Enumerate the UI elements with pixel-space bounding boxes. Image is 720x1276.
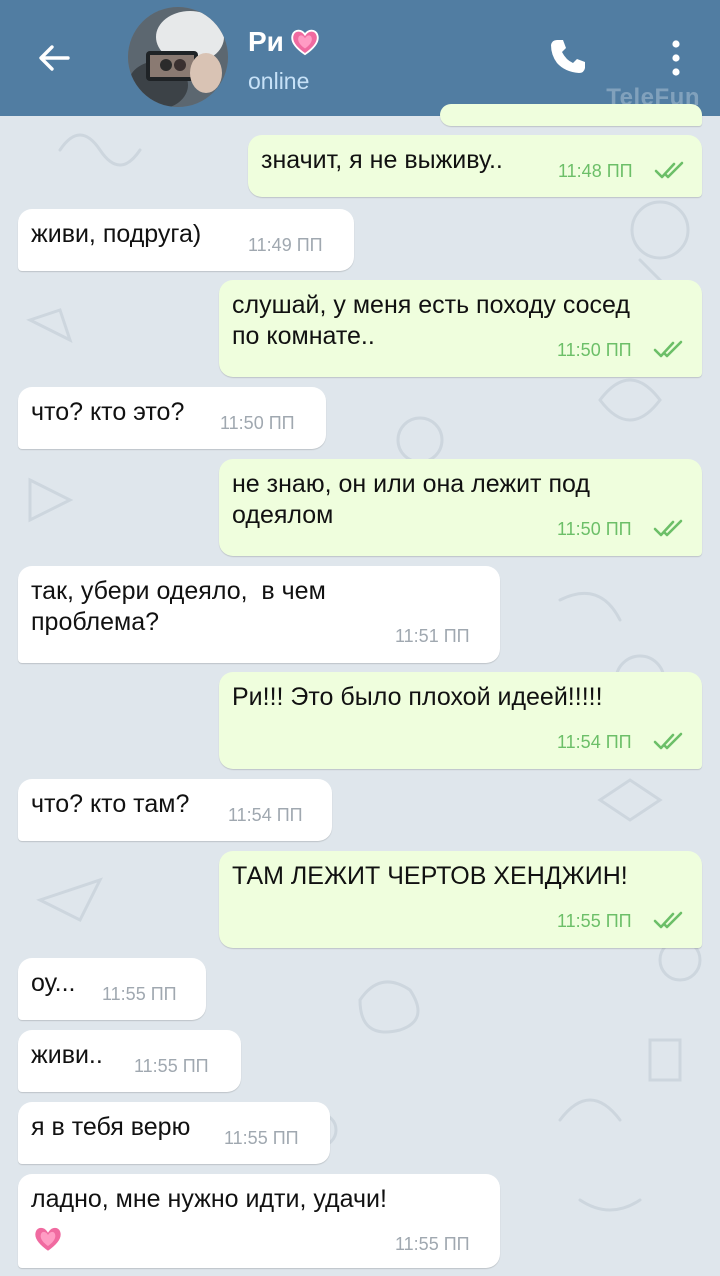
message-bubble-incoming[interactable]: живи.. 11:55 ПП [18,1030,241,1092]
chat-title[interactable]: Ри [248,26,284,58]
message-time: 11:55 ПП [557,911,632,931]
message-time: 11:55 ПП [395,1234,470,1254]
message-bubble-incoming[interactable]: ладно, мне нужно идти, удачи! 11:55 ПП [18,1174,500,1268]
message-text: живи, подруга) [31,220,202,248]
message-text: ТАМ ЛЕЖИТ ЧЕРТОВ ХЕНДЖИН! [232,862,628,890]
message-time: 11:51 ПП [395,626,470,646]
phone-icon[interactable] [548,36,588,76]
double-check-icon [654,161,684,179]
message-time: 11:55 ПП [102,984,177,1004]
message-time: 11:55 ПП [134,1056,209,1076]
message-time: 11:50 ПП [557,340,632,360]
chat-header: Ри online TeleFun [0,0,720,116]
back-arrow-icon[interactable] [34,38,74,78]
message-text: что? кто там? [31,790,190,818]
message-text: не знаю, он или она лежит под одеялом [232,470,590,529]
message-bubble-incoming[interactable]: так, убери одеяло, в чем проблема? 11:51… [18,566,500,663]
message-bubble-outgoing[interactable]: ТАМ ЛЕЖИТ ЧЕРТОВ ХЕНДЖИН! 11:55 ПП [219,851,702,948]
message-bubble-outgoing[interactable]: слушай, у меня есть походу сосед по комн… [219,280,702,377]
message-bubble-incoming[interactable]: живи, подруга) 11:49 ПП [18,209,354,271]
message-time: 11:55 ПП [224,1128,299,1148]
message-text: оу... [31,969,76,997]
message-bubble-outgoing[interactable]: Ри!!! Это было плохой идеей!!!!! 11:54 П… [219,672,702,769]
message-bubble-incoming[interactable]: я в тебя верю 11:55 ПП [18,1102,330,1164]
double-check-icon [653,340,683,358]
heart-emoji-icon [33,1225,63,1254]
message-text: ладно, мне нужно идти, удачи! [31,1185,387,1213]
message-text: что? кто это? [31,398,185,426]
message-bubble-incoming[interactable]: оу... 11:55 ПП [18,958,206,1020]
message-time: 11:54 ПП [557,732,632,752]
message-time: 11:54 ПП [228,805,303,825]
more-menu-icon[interactable] [664,38,688,78]
message-text: я в тебя верю [31,1113,191,1141]
heart-icon [291,29,320,56]
double-check-icon [653,732,683,750]
message-time: 11:49 ПП [248,235,323,255]
message-bubble-outgoing[interactable]: значит, я не выживу.. 11:48 ПП [248,135,702,197]
message-time: 11:50 ПП [220,413,295,433]
online-status: online [248,68,310,94]
message-bubble-partial [440,104,702,126]
message-time: 11:50 ПП [557,519,632,539]
double-check-icon [653,519,683,537]
message-text: живи.. [31,1041,103,1069]
message-bubble-incoming[interactable]: что? кто это? 11:50 ПП [18,387,326,449]
message-time: 11:48 ПП [558,161,633,181]
message-text: Ри!!! Это было плохой идеей!!!!! [232,683,603,711]
double-check-icon [653,911,683,929]
avatar[interactable] [128,7,228,107]
message-text: так, убери одеяло, в чем проблема? [31,577,326,636]
message-text: значит, я не выживу.. [261,146,503,174]
message-bubble-incoming[interactable]: что? кто там? 11:54 ПП [18,779,332,841]
message-bubble-outgoing[interactable]: не знаю, он или она лежит под одеялом 11… [219,459,702,556]
